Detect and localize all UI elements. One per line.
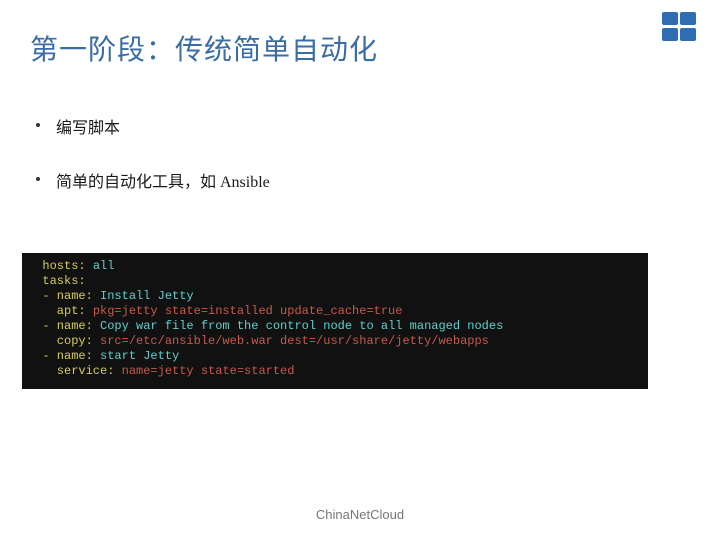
code-token: - name:	[28, 289, 100, 303]
code-line: hosts: all	[28, 259, 642, 274]
code-line: - name: Copy war file from the control n…	[28, 319, 642, 334]
code-token: hosts:	[28, 259, 93, 273]
code-token: Install Jetty	[100, 289, 194, 303]
logo-cell	[680, 28, 696, 41]
slide: 第一阶段：传统简单自动化 编写脚本 简单的自动化工具，如 Ansible hos…	[0, 0, 720, 540]
code-token: apt:	[28, 304, 93, 318]
code-token: service:	[28, 364, 122, 378]
bullet-text: 简单的自动化工具，如 Ansible	[56, 168, 270, 192]
code-token: tasks:	[28, 274, 86, 288]
code-token: name=jetty state=started	[122, 364, 295, 378]
code-line: service: name=jetty state=started	[28, 364, 642, 379]
logo-cell	[662, 28, 678, 41]
bullet-icon	[36, 123, 40, 127]
code-line: tasks:	[28, 274, 642, 289]
code-line: - name: start Jetty	[28, 349, 642, 364]
logo-cell	[680, 12, 696, 25]
code-token: start Jetty	[100, 349, 179, 363]
code-line: - name: Install Jetty	[28, 289, 642, 304]
code-token: copy:	[28, 334, 100, 348]
code-token: src=/etc/ansible/web.war dest=/usr/share…	[100, 334, 489, 348]
code-block: hosts: all tasks: - name: Install Jetty …	[22, 253, 648, 389]
code-token: pkg=jetty state=installed update_cache=t…	[93, 304, 403, 318]
code-token: - name:	[28, 319, 100, 333]
code-token: - name:	[28, 349, 100, 363]
list-item: 编写脚本	[36, 114, 690, 138]
bullet-text: 编写脚本	[56, 114, 120, 138]
code-token: Copy war file from the control node to a…	[100, 319, 503, 333]
code-line: copy: src=/etc/ansible/web.war dest=/usr…	[28, 334, 642, 349]
logo-grid-icon	[662, 12, 698, 42]
list-item: 简单的自动化工具，如 Ansible	[36, 168, 690, 192]
bullet-list: 编写脚本 简单的自动化工具，如 Ansible	[36, 114, 690, 192]
logo-cell	[662, 12, 678, 25]
footer-text: ChinaNetCloud	[0, 507, 720, 522]
slide-title: 第一阶段：传统简单自动化	[30, 28, 690, 68]
bullet-icon	[36, 177, 40, 181]
code-line: apt: pkg=jetty state=installed update_ca…	[28, 304, 642, 319]
code-token: all	[93, 259, 115, 273]
